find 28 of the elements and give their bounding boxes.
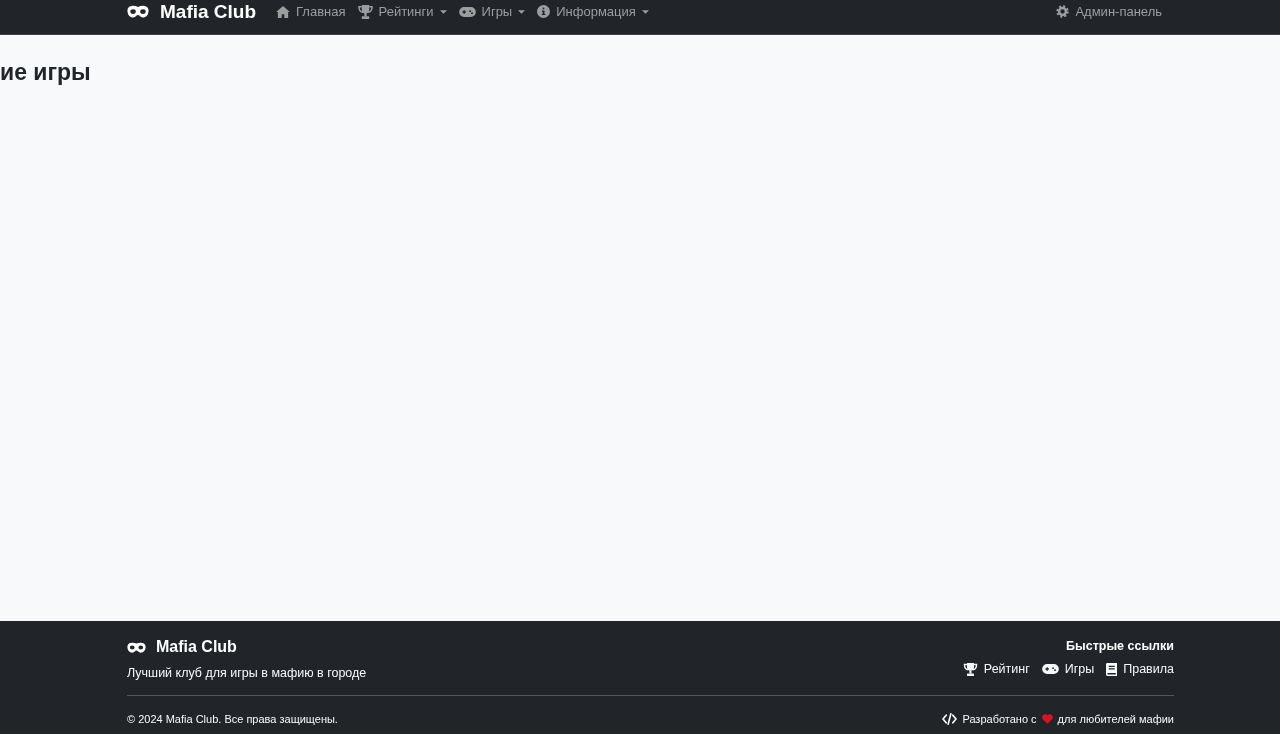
admin-panel-link[interactable]: Админ-панель xyxy=(1050,0,1168,23)
nav-link[interactable]: Информация xyxy=(531,0,655,23)
gamepad-icon xyxy=(1041,664,1059,674)
nav-link[interactable]: Главная xyxy=(270,0,352,23)
heart-icon xyxy=(1041,714,1053,724)
info-icon xyxy=(537,5,551,18)
home-icon xyxy=(276,5,291,18)
mask-icon xyxy=(127,641,146,653)
credit-text: для любителей мафии xyxy=(1057,713,1174,725)
trophy-icon xyxy=(357,4,373,19)
copyright-text: © 2024 Mafia Club. Все права защищены. xyxy=(127,713,338,725)
book-icon xyxy=(1106,662,1118,676)
settings-icon xyxy=(1056,5,1070,18)
brand-link[interactable]: Mafia Club xyxy=(127,0,257,23)
credit-text: Разработано с xyxy=(962,713,1037,725)
trophy-icon xyxy=(962,662,978,676)
gamepad-icon xyxy=(458,6,476,17)
footer-link[interactable]: Игры xyxy=(1041,660,1095,678)
mask-icon xyxy=(127,5,149,18)
code-icon xyxy=(942,713,958,725)
quick-links-heading: Быстрые ссылки xyxy=(1066,638,1174,655)
footer-link[interactable]: Рейтинг xyxy=(962,660,1030,678)
footer-brand-title: Mafia Club xyxy=(156,638,237,656)
nav-link[interactable]: Рейтинги xyxy=(351,0,453,23)
footer-tagline: Лучший клуб для игры в мафию в городе xyxy=(127,665,367,682)
nav-link[interactable]: Игры xyxy=(452,0,532,23)
page-heading: ие игры xyxy=(0,58,92,86)
footer-link[interactable]: Правила xyxy=(1106,660,1174,678)
